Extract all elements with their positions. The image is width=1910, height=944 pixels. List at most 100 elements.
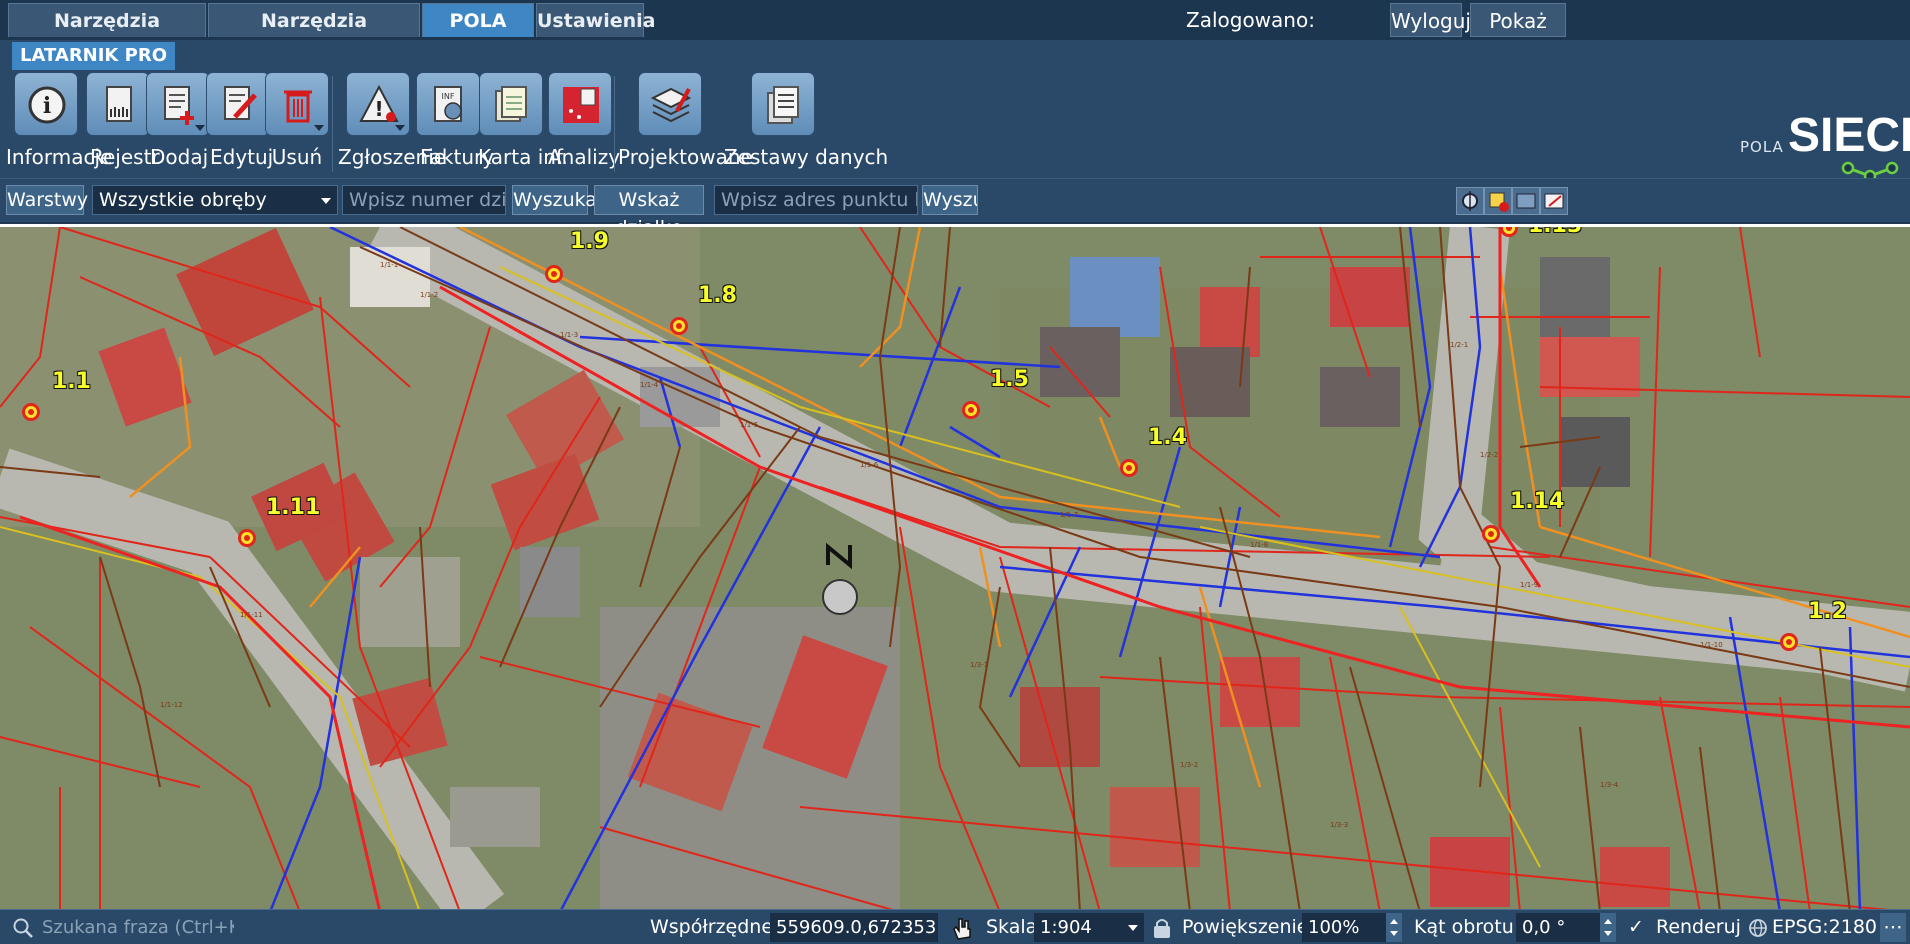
ribbon-toolbar: LATARNIK PRO i Informacje Rejestr Dodaj … [0,40,1910,194]
svg-text:!: ! [374,97,383,121]
layers-icon [638,72,702,136]
report-button-label: Zgłoszenie [338,145,447,169]
north-arrow-icon [820,527,860,617]
report-icon: ! [346,72,410,136]
edit-button[interactable]: Edytuj [206,72,273,178]
svg-text:1/1-3: 1/1-3 [560,331,578,339]
delete-button[interactable]: Usuń [265,72,329,178]
layers-button[interactable]: Warstwy [6,185,88,215]
svg-text:1/1-4: 1/1-4 [640,381,659,389]
ribbon-separator [614,76,615,172]
trash-icon [265,72,329,136]
analysis-button[interactable]: Analizy [548,72,620,178]
search-icon [13,918,33,938]
logo-text-sieci: SIECI [1788,109,1910,162]
checkmark-icon: ✓ [1628,916,1644,938]
search-button[interactable]: Wyszukaj [512,185,602,215]
rotation-stepper[interactable] [1600,913,1616,942]
svg-text:1/1-9: 1/1-9 [1520,581,1538,589]
export-map-icon[interactable] [1540,187,1568,215]
lock-icon[interactable] [1152,917,1172,939]
datasets-button[interactable]: Zestawy danych [724,72,889,178]
lamp-marker[interactable] [1120,459,1138,477]
logout-button[interactable]: Wyloguj [1390,3,1471,37]
lamp-label: 1.13 [1528,224,1583,238]
lamp-label: 1.1 [52,369,91,394]
register-button[interactable]: Rejestr [86,72,160,178]
address-search-button[interactable]: Wyszuka [922,185,978,215]
info-card-button[interactable]: Karta inf. [478,72,568,178]
epsg-label[interactable]: EPSG:2180 [1772,913,1877,942]
zoom-stepper[interactable] [1386,913,1402,942]
lamp-marker[interactable] [962,401,980,419]
invoices-button-label: Faktury [420,145,495,169]
hand-pointer-icon[interactable] [950,915,974,941]
lamp-marker[interactable] [22,403,40,421]
rotation-value[interactable]: 0,0 ° [1516,913,1600,942]
lamp-label: 1.2 [1808,599,1847,624]
analysis-icon [548,72,612,136]
coordinates-value: 559609.0,672353.7 [770,913,938,942]
logo-text-pola: POLA [1740,138,1784,156]
chevron-down-icon [195,125,205,131]
more-options-icon[interactable]: ⋯ [1880,913,1906,942]
zoom-value[interactable]: 100% [1302,913,1386,942]
lamp-marker[interactable] [1780,633,1798,651]
ribbon-separator [332,76,333,172]
clear-selection-icon[interactable] [1484,187,1512,215]
add-button[interactable]: Dodaj [146,72,210,178]
designed-button-label: Projektowane [618,145,753,169]
show-parcel-button[interactable]: Wskaż działkę [594,185,704,239]
tab-basic-tools[interactable]: Narzędzia podstawowe [8,3,206,66]
info-card-icon [479,72,543,136]
svg-text:1/1-11: 1/1-11 [240,611,263,619]
scale-select[interactable]: 1:904 [1034,913,1144,942]
lamp-label: 1.8 [698,283,737,308]
chevron-down-icon [321,198,331,204]
lamp-marker[interactable] [545,265,563,283]
designed-button[interactable]: Projektowane [618,72,753,178]
svg-text:1/1-1: 1/1-1 [380,261,398,269]
edit-icon [206,72,270,136]
lamp-marker[interactable] [670,317,688,335]
measure-tool-icon[interactable] [1456,187,1484,215]
delete-button-label: Usuń [271,145,323,169]
tab-pola-sieci[interactable]: POLA SIECI [422,3,534,66]
report-button[interactable]: ! Zgłoszenie [338,72,447,178]
svg-text:1/1-12: 1/1-12 [160,701,183,709]
invoice-icon: INF [416,72,480,136]
info-card-button-label: Karta inf. [478,145,568,169]
register-button-label: Rejestr [90,145,160,169]
svg-text:1/1-6: 1/1-6 [860,461,879,469]
tab-settings[interactable]: Ustawienia [536,3,655,37]
rotation-label: Kąt obrotu [1414,916,1514,938]
tab-advanced-tools[interactable]: Narzędzia zaawansowane [208,3,420,66]
print-area-icon[interactable] [1512,187,1540,215]
lamp-marker[interactable] [238,529,256,547]
svg-text:INF: INF [442,92,455,101]
invoices-button[interactable]: INF Faktury [416,72,495,178]
info-button[interactable]: i Informacje [6,72,113,178]
render-toggle[interactable]: ✓ Renderuj [1628,913,1741,942]
scale-value: 1:904 [1040,917,1092,938]
parcel-number-input[interactable]: Wpisz numer działki [342,185,506,215]
chevron-down-icon [314,125,324,131]
district-select[interactable]: Wszystkie obręby [92,185,338,215]
map-canvas[interactable]: 1/1-1 1/1-2 1/1-3 1/1-4 1/1-5 1/1-6 1/1-7 1/1… [0,224,1910,909]
datasets-button-label: Zestawy danych [724,145,889,169]
register-icon [86,72,150,136]
zoom-label: Powiększenie [1182,916,1309,938]
search-toolbar: Warstwy Wszystkie obręby Wpisz numer dzi… [0,178,1910,239]
scale-label: Skala [986,916,1038,938]
address-input[interactable]: Wpisz adres punktu lub n... [714,185,918,215]
lamp-marker[interactable] [1482,525,1500,543]
add-document-icon [146,72,210,136]
top-navigation: Narzędzia podstawowe Narzędzia zaawansow… [0,0,1910,72]
chevron-down-icon [395,125,405,131]
info-icon: i [14,72,78,136]
phrase-search-input[interactable]: Szukana fraza (Ctrl+K) [36,913,234,942]
module-badge: LATARNIK PRO [12,42,176,70]
show-menu-button[interactable]: Pokaż menu [1470,3,1566,67]
svg-text:1/1-8: 1/1-8 [1250,541,1268,549]
info-button-label: Informacje [6,145,113,169]
